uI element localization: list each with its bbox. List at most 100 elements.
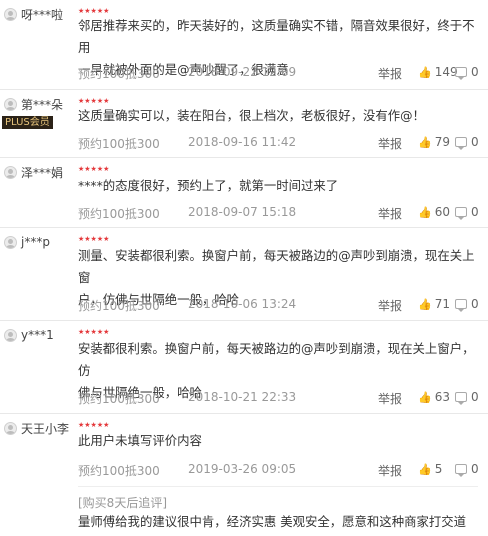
review-meta: 预约100抵300 2018-09-16 11:42 举报 👍 79 0 (78, 135, 486, 151)
like-button[interactable]: 👍 60 (418, 205, 450, 219)
thumbs-up-icon: 👍 (418, 390, 432, 404)
review-item: j***p ★★★★★ 测量、安装都很利索。换窗户前，每天被路边的@声吵到崩溃，… (0, 228, 488, 321)
username: 泽***娟 (21, 165, 64, 180)
user-info: y***1 (4, 327, 54, 343)
product-spec: 预约100抵300 (78, 67, 160, 81)
review-content: 这质量确实可以，装在阳台，很上档次，老板很好，没有作@！ (78, 105, 478, 127)
like-button[interactable]: 👍 5 (418, 462, 442, 476)
reply-button[interactable]: 0 (455, 390, 479, 405)
review-line: 邻居推荐来买的，昨天装好的，这质量确实不错，隔音效果很好，终于不用 (78, 18, 475, 55)
report-link[interactable]: 举报 (378, 135, 402, 152)
review-line: 安装都很利索。换窗户前，每天被路边的@声吵到崩溃，现在关上窗户，仿 (78, 341, 475, 378)
user-info: 呀***啦 (4, 6, 63, 22)
followup-divider (78, 486, 478, 487)
like-count: 71 (434, 297, 450, 311)
product-spec: 预约100抵300 (78, 207, 160, 221)
review-date: 2018-09-16 11:42 (188, 135, 297, 149)
review-line: 此用户未填写评价内容 (78, 433, 202, 448)
comment-icon (455, 207, 467, 220)
review-date: 2018-10-21 22:33 (188, 390, 297, 404)
avatar-icon (4, 97, 17, 111)
avatar-icon (4, 328, 17, 342)
reply-count: 0 (471, 65, 479, 79)
reply-button[interactable]: 0 (455, 462, 479, 477)
review-meta: 预约100抵300 2019-03-26 09:05 举报 👍 5 0 (78, 462, 486, 478)
report-link[interactable]: 举报 (378, 390, 402, 407)
review-line: ****的态度很好，预约上了，就第一时间过来了 (78, 178, 339, 193)
reply-count: 0 (471, 297, 479, 311)
star-rating: ★★★★★ (78, 421, 110, 429)
like-button[interactable]: 👍 71 (418, 297, 450, 311)
thumbs-up-icon: 👍 (418, 297, 432, 311)
review-meta: 预约100抵300 2018-10-21 22:33 举报 👍 63 0 (78, 390, 486, 406)
report-link[interactable]: 举报 (378, 205, 402, 222)
review-meta: 预约100抵300 2018-09-22 12:09 举报 👍 149 0 (78, 65, 486, 81)
plus-member-badge: PLUS会员 (2, 116, 53, 129)
product-spec: 预约100抵300 (78, 464, 160, 478)
user-info: 第***朵 (4, 96, 63, 112)
user-info: j***p (4, 234, 50, 250)
username: j***p (21, 235, 50, 249)
star-rating: ★★★★★ (78, 165, 110, 173)
review-item: 第***朵 PLUS会员 ★★★★★ 这质量确实可以，装在阳台，很上档次，老板很… (0, 90, 488, 158)
username: 天王小李 (21, 421, 70, 436)
username: y***1 (21, 328, 54, 342)
reply-button[interactable]: 0 (455, 205, 479, 220)
report-link[interactable]: 举报 (378, 462, 402, 479)
reply-button[interactable]: 0 (455, 297, 479, 312)
review-date: 2018-09-07 15:18 (188, 205, 297, 219)
reply-count: 0 (471, 462, 479, 476)
like-button[interactable]: 👍 149 (418, 65, 458, 79)
reply-count: 0 (471, 135, 479, 149)
reply-count: 0 (471, 205, 479, 219)
comment-icon (455, 299, 467, 312)
report-link[interactable]: 举报 (378, 297, 402, 314)
report-link[interactable]: 举报 (378, 65, 402, 82)
review-date: 2019-03-26 09:05 (188, 462, 297, 476)
like-button[interactable]: 👍 63 (418, 390, 450, 404)
thumbs-up-icon: 👍 (418, 462, 432, 476)
user-info: 泽***娟 (4, 164, 63, 180)
user-info: 天王小李 (4, 420, 69, 436)
like-count: 79 (434, 135, 450, 149)
thumbs-up-icon: 👍 (418, 65, 432, 79)
review-item: y***1 ★★★★★ 安装都很利索。换窗户前，每天被路边的@声吵到崩溃，现在关… (0, 321, 488, 414)
thumbs-up-icon: 👍 (418, 205, 432, 219)
product-spec: 预约100抵300 (78, 392, 160, 406)
star-rating: ★★★★★ (78, 235, 110, 243)
like-count: 63 (434, 390, 450, 404)
avatar-icon (4, 235, 17, 249)
review-meta: 预约100抵300 2018-09-07 15:18 举报 👍 60 0 (78, 205, 486, 221)
star-rating: ★★★★★ (78, 328, 110, 336)
reply-button[interactable]: 0 (455, 135, 479, 150)
reply-count: 0 (471, 390, 479, 404)
comment-icon (455, 392, 467, 405)
review-item: 呀***啦 ★★★★★ 邻居推荐来买的，昨天装好的，这质量确实不错，隔音效果很好… (0, 0, 488, 90)
username: 第***朵 (21, 97, 64, 112)
comment-icon (455, 137, 467, 150)
product-spec: 预约100抵300 (78, 137, 160, 151)
like-button[interactable]: 👍 79 (418, 135, 450, 149)
review-list: 呀***啦 ★★★★★ 邻居推荐来买的，昨天装好的，这质量确实不错，隔音效果很好… (0, 0, 488, 536)
review-date: 2018-09-22 12:09 (188, 65, 297, 79)
avatar-icon (4, 7, 17, 21)
avatar-icon (4, 165, 17, 179)
product-spec: 预约100抵300 (78, 299, 160, 313)
review-meta: 预约100抵300 2018-10-06 13:24 举报 👍 71 0 (78, 297, 486, 313)
followup-content: 量师傅给我的建议很中肯，经济实惠 美观安全，愿意和这种商家打交道 (78, 514, 467, 529)
review-content: 此用户未填写评价内容 (78, 430, 478, 452)
like-count: 5 (434, 462, 443, 476)
review-date: 2018-10-06 13:24 (188, 297, 297, 311)
review-item: 泽***娟 ★★★★★ ****的态度很好，预约上了，就第一时间过来了 预约10… (0, 158, 488, 228)
review-content: ****的态度很好，预约上了，就第一时间过来了 (78, 175, 478, 197)
like-count: 60 (434, 205, 450, 219)
review-line: 这质量确实可以，装在阳台，很上档次，老板很好，没有作@！ (78, 108, 425, 123)
review-item: 天王小李 ★★★★★ 此用户未填写评价内容 预约100抵300 2019-03-… (0, 414, 488, 536)
avatar-icon (4, 421, 17, 435)
username: 呀***啦 (21, 7, 64, 22)
thumbs-up-icon: 👍 (418, 135, 432, 149)
star-rating: ★★★★★ (78, 97, 110, 105)
followup-tag: [购买8天后追评] (78, 496, 167, 510)
reply-button[interactable]: 0 (455, 65, 479, 80)
review-line: 测量、安装都很利索。换窗户前，每天被路边的@声吵到崩溃，现在关上窗 (78, 248, 475, 285)
